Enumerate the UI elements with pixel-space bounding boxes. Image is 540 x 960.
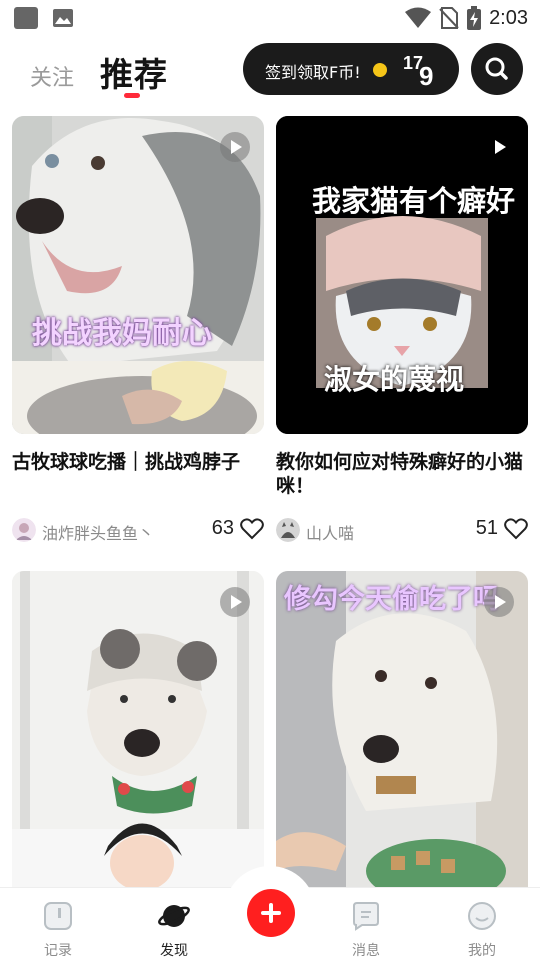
video-thumbnail[interactable]: 我家猫有个癖好 淑女的蔑视 xyxy=(276,116,528,434)
nav-label: 记录 xyxy=(44,943,72,959)
discover-planet-icon xyxy=(158,905,190,927)
feed-card[interactable]: 修勾今天偷吃了吗 xyxy=(276,571,528,888)
heart-icon[interactable] xyxy=(504,518,528,540)
message-icon xyxy=(353,902,379,931)
feed-card[interactable] xyxy=(12,571,264,888)
thumbnail-caption: 修勾今天偷吃了吗 xyxy=(284,584,500,615)
feed-card[interactable]: 挑战我妈耐心 古牧球球吃播｜挑战鸡脖子 油炸胖头鱼鱼丶 63 xyxy=(12,116,264,556)
create-post-button[interactable] xyxy=(247,889,295,937)
profile-icon xyxy=(468,902,496,930)
checkin-label: 签到领取F币! xyxy=(265,63,361,82)
thumbnail-caption-bottom: 淑女的蔑视 xyxy=(324,363,465,396)
top-header: 关注 推荐 签到领取F币! 17 9 xyxy=(0,40,540,104)
wifi-icon xyxy=(405,7,432,28)
tab-follow[interactable]: 关注 xyxy=(30,60,74,92)
feed-card[interactable]: 我家猫有个癖好 淑女的蔑视 教你如何应对特殊癖好的小猫咪！ 山人喵 51 xyxy=(276,116,528,556)
dog-in-hat-photo xyxy=(12,571,264,888)
battery-charging-icon xyxy=(467,6,482,30)
dog-photo xyxy=(12,116,264,434)
active-tab-indicator xyxy=(124,93,140,98)
checkin-count-bottom: 9 xyxy=(419,61,434,91)
author-name[interactable]: 山人喵 xyxy=(306,520,354,544)
coin-icon xyxy=(373,63,387,77)
card-title[interactable]: 古牧球球吃播｜挑战鸡脖子 xyxy=(12,450,264,474)
record-icon xyxy=(44,902,72,930)
clock: 2:03 xyxy=(489,6,528,29)
white-dog-photo xyxy=(276,571,528,888)
thumbnail-caption-top: 我家猫有个癖好 xyxy=(312,184,516,218)
nav-item-messages[interactable]: 消息 xyxy=(321,888,411,960)
heart-icon[interactable] xyxy=(240,518,264,540)
status-bar: 2:03 xyxy=(0,0,540,36)
thumbnail-caption: 挑战我妈耐心 xyxy=(32,316,212,351)
nav-label: 我的 xyxy=(468,943,496,959)
nav-label: 消息 xyxy=(352,943,380,959)
tab-recommend[interactable]: 推荐 xyxy=(100,48,168,96)
author-avatar[interactable] xyxy=(12,518,36,542)
play-icon xyxy=(220,132,250,162)
author-row: 山人喵 51 xyxy=(276,516,528,546)
video-thumbnail[interactable]: 挑战我妈耐心 xyxy=(12,116,264,434)
play-icon xyxy=(220,587,250,617)
like-count: 51 xyxy=(475,517,498,539)
checkin-reward-button[interactable]: 签到领取F币! 17 9 xyxy=(243,43,459,95)
card-title[interactable]: 教你如何应对特殊癖好的小猫咪！ xyxy=(276,450,528,498)
image-icon xyxy=(53,9,73,27)
nav-item-record[interactable]: 记录 xyxy=(13,888,103,960)
author-name[interactable]: 油炸胖头鱼鱼丶 xyxy=(42,520,154,544)
author-avatar[interactable] xyxy=(276,518,300,542)
search-button[interactable] xyxy=(471,43,523,95)
play-icon xyxy=(484,132,514,162)
app-icon xyxy=(14,7,38,29)
video-thumbnail[interactable]: 修勾今天偷吃了吗 xyxy=(276,571,528,888)
video-thumbnail[interactable] xyxy=(12,571,264,888)
no-sim-icon xyxy=(439,7,459,29)
nav-item-profile[interactable]: 我的 xyxy=(437,888,527,960)
play-icon xyxy=(484,587,514,617)
nav-label: 发现 xyxy=(160,943,188,959)
nav-item-discover[interactable]: 发现 xyxy=(129,888,219,960)
like-count: 63 xyxy=(211,517,234,539)
search-icon xyxy=(485,57,508,80)
author-row: 油炸胖头鱼鱼丶 63 xyxy=(12,516,264,546)
